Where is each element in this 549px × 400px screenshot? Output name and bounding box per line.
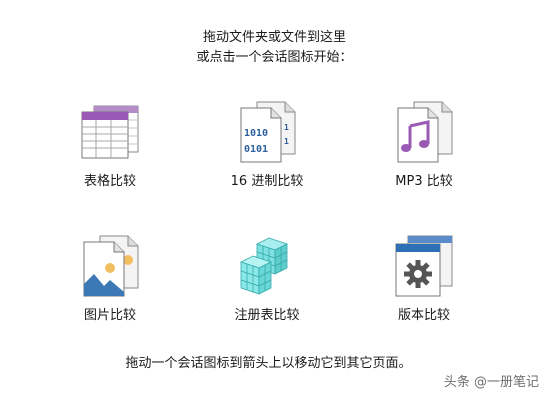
hex-compare-icon: 1010 0101 1 1	[240, 101, 296, 163]
session-label: 图片比较	[83, 308, 136, 323]
footer-hint-text: 拖动一个会话图标到箭头上以移动它到其它页面。	[125, 356, 412, 371]
session-label: 16 进制比较	[230, 174, 304, 189]
registry-compare-icon	[239, 237, 289, 295]
instructions-line1: 拖动文件夹或文件到这里	[202, 30, 346, 45]
version-compare-icon	[395, 235, 453, 297]
footer-hint: 拖动一个会话图标到箭头上以移动它到其它页面。	[0, 352, 549, 371]
session-hex-compare[interactable]: 1010 0101 1 1 16 进制比较	[207, 100, 327, 189]
svg-text:0101: 0101	[244, 144, 268, 155]
table-compare-icon	[81, 105, 139, 159]
session-label: MP3 比较	[395, 174, 453, 189]
svg-text:1: 1	[284, 123, 289, 132]
session-label: 表格比较	[83, 174, 136, 189]
picture-compare-icon	[83, 235, 139, 297]
session-registry-compare[interactable]: 注册表比较	[207, 234, 327, 323]
session-table-compare[interactable]: 表格比较	[50, 100, 170, 189]
mp3-compare-icon	[397, 101, 453, 163]
session-picture-compare[interactable]: 图片比较	[50, 234, 170, 323]
session-version-compare[interactable]: 版本比较	[364, 234, 484, 323]
svg-text:1: 1	[284, 137, 289, 146]
watermark-text: 头条 @一册笔记	[443, 375, 539, 390]
watermark: 头条 @一册笔记	[444, 371, 539, 390]
instructions: 拖动文件夹或文件到这里 或点击一个会话图标开始：	[0, 28, 549, 68]
session-label: 注册表比较	[234, 308, 300, 323]
instructions-line2: 或点击一个会话图标开始：	[196, 50, 353, 65]
svg-text:1010: 1010	[244, 128, 268, 139]
session-label: 版本比较	[397, 308, 450, 323]
session-mp3-compare[interactable]: MP3 比较	[364, 100, 484, 189]
